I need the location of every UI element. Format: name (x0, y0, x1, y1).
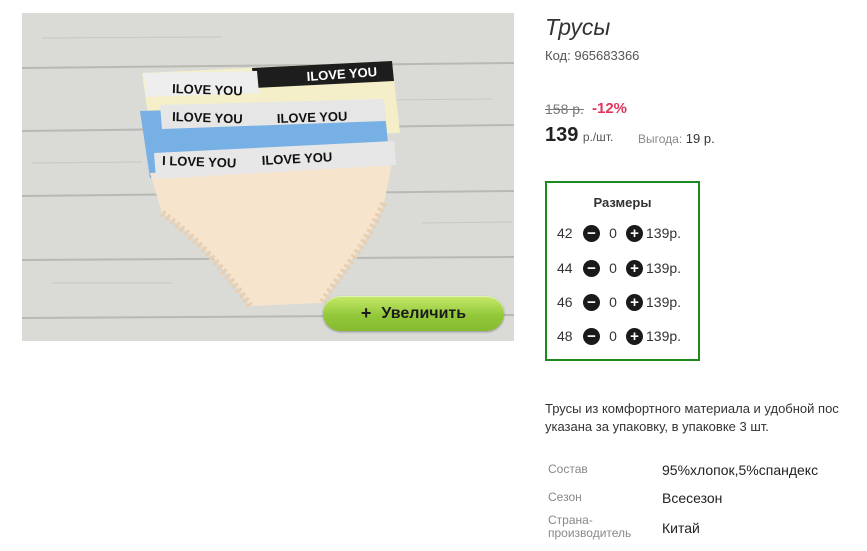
plus-circle-icon[interactable]: + (626, 293, 643, 311)
savings-value: 19 р. (685, 131, 715, 146)
size-row: 48 − 0 + 139р. (557, 326, 681, 346)
minus-circle-icon[interactable]: − (583, 224, 600, 242)
size-label: 48 (557, 328, 573, 344)
product-code: Код: 965683366 (545, 48, 639, 63)
savings-label: Выгода: (638, 132, 683, 146)
band-text-5: I LOVE YOU (162, 153, 237, 171)
discount-badge: -12% (592, 100, 628, 117)
product-description: Трусы из комфортного материала и удобной… (545, 400, 867, 436)
spec-value-season: Всесезон (662, 490, 723, 506)
band-text-1: ILOVE YOU (172, 81, 243, 98)
zoom-button[interactable]: + Увеличить (323, 296, 504, 331)
product-photo-illustration: ILOVE YOU ILOVE YOU ILOVE YOU ILOVE YOU … (22, 13, 514, 341)
price-value: 139 (545, 124, 579, 146)
product-code-label: Код: (545, 48, 571, 63)
size-price: 139р. (646, 294, 682, 310)
savings: Выгода: 19 р. (638, 131, 715, 146)
plus-circle-icon[interactable]: + (626, 327, 643, 345)
quantity-value[interactable]: 0 (600, 225, 626, 241)
size-row: 42 − 0 + 139р. (557, 223, 681, 243)
sizes-panel: Размеры 42 − 0 + 139р. 44 − 0 + 139р. 46… (545, 181, 700, 361)
product-title: Трусы (545, 14, 611, 40)
spec-label-country: Страна- производитель (548, 514, 631, 540)
size-label: 42 (557, 225, 573, 241)
price-unit: р./шт. (582, 130, 614, 144)
size-row: 46 − 0 + 139р. (557, 292, 681, 312)
minus-circle-icon[interactable]: − (583, 259, 600, 277)
spec-label-season: Сезон (548, 490, 582, 504)
zoom-button-label: Увеличить (381, 304, 467, 322)
band-text-4: ILOVE YOU (277, 109, 348, 126)
size-row: 44 − 0 + 139р. (557, 258, 681, 278)
size-label: 46 (557, 294, 573, 310)
description-line: Трусы из комфортного материала и удобной… (545, 401, 839, 416)
plus-circle-icon[interactable]: + (626, 224, 643, 242)
size-price: 139р. (646, 225, 682, 241)
description-line: указана за упаковку, в упаковке 3 шт. (545, 419, 769, 434)
product-image[interactable]: ILOVE YOU ILOVE YOU ILOVE YOU ILOVE YOU … (22, 13, 514, 341)
quantity-value[interactable]: 0 (600, 260, 626, 276)
size-price: 139р. (646, 328, 682, 344)
spec-label-country-line2: производитель (548, 526, 632, 540)
size-price: 139р. (646, 260, 682, 276)
plus-icon: + (360, 303, 372, 323)
minus-circle-icon[interactable]: − (583, 327, 600, 345)
quantity-value[interactable]: 0 (600, 328, 626, 344)
old-price: 158 р. (545, 101, 584, 117)
band-text-3: ILOVE YOU (172, 109, 243, 126)
quantity-value[interactable]: 0 (600, 294, 626, 310)
spec-value-composition: 95%хлопок,5%спандекс (662, 462, 819, 478)
plus-circle-icon[interactable]: + (626, 259, 643, 277)
size-label: 44 (557, 260, 573, 276)
spec-value-country: Китай (662, 520, 700, 536)
current-price: 139 р./шт. (545, 124, 613, 147)
spec-label-composition: Состав (548, 462, 588, 476)
minus-circle-icon[interactable]: − (583, 293, 600, 311)
product-code-value: 965683366 (574, 48, 640, 63)
sizes-title: Размеры (593, 195, 652, 210)
